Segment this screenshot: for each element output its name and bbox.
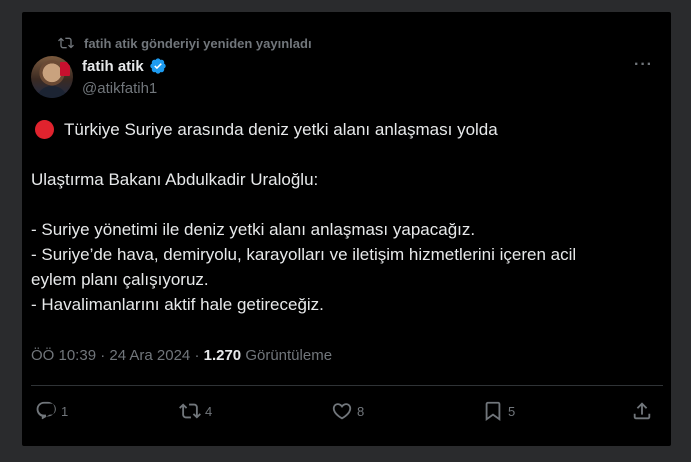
repost-label: fatih atik gönderiyi yeniden yayınladı: [84, 35, 312, 51]
bullet-line: - Suriye yönetimi ile deniz yetki alanı …: [31, 220, 476, 239]
timestamp[interactable]: ÖÖ 10:39 · 24 Ara 2024 ·: [31, 347, 204, 364]
bullet-line: - Suriye’de hava, demiryolu, karayolları…: [31, 245, 577, 264]
verified-badge-icon: [150, 58, 166, 74]
repost-icon: [179, 403, 201, 419]
tweet-text: Türkiye Suriye arasında deniz yetki alan…: [31, 117, 661, 317]
more-options-icon[interactable]: ···: [634, 56, 653, 74]
avatar-suit: [37, 86, 67, 98]
tweet-metadata: ÖÖ 10:39 · 24 Ara 2024 · 1.270 Görüntüle…: [31, 347, 332, 364]
headline-text: Türkiye Suriye arasında deniz yetki alan…: [64, 120, 498, 139]
author-row[interactable]: fatih atik: [82, 57, 167, 75]
avatar[interactable]: [31, 56, 73, 98]
like-count: 8: [357, 403, 365, 419]
bookmark-icon: [485, 401, 501, 422]
headline-line: Türkiye Suriye arasında deniz yetki alan…: [31, 117, 661, 142]
divider: [31, 385, 663, 386]
views-count: 1.270: [203, 347, 242, 364]
views-label: Görüntüleme: [241, 347, 333, 364]
bullet-line: - Havalimanlarını aktif hale getireceğiz…: [31, 295, 324, 314]
action-bar: 1 4 8 5: [31, 400, 663, 426]
repost-icon: [58, 37, 74, 49]
intro-line: Ulaştırma Bakanı Abdulkadir Uraloğlu:: [31, 170, 319, 189]
reply-icon: [36, 401, 56, 420]
like-button[interactable]: 8: [331, 400, 364, 422]
bookmark-count: 5: [508, 403, 516, 419]
repost-count: 4: [205, 403, 213, 419]
avatar-flag: [60, 62, 70, 76]
reply-button[interactable]: 1: [35, 400, 68, 422]
bookmark-button[interactable]: 5: [482, 400, 515, 422]
repost-button[interactable]: 4: [179, 400, 212, 422]
red-circle-icon: [35, 120, 54, 139]
share-button[interactable]: [631, 400, 653, 422]
heart-icon: [332, 403, 352, 420]
share-icon: [633, 402, 651, 420]
reply-count: 1: [61, 403, 69, 419]
repost-indicator[interactable]: fatih atik gönderiyi yeniden yayınladı: [58, 35, 312, 51]
author-name[interactable]: fatih atik: [82, 58, 144, 75]
bullet-line: eylem planı çalışıyoruz.: [31, 270, 209, 289]
author-handle[interactable]: @atikfatih1: [82, 80, 157, 97]
